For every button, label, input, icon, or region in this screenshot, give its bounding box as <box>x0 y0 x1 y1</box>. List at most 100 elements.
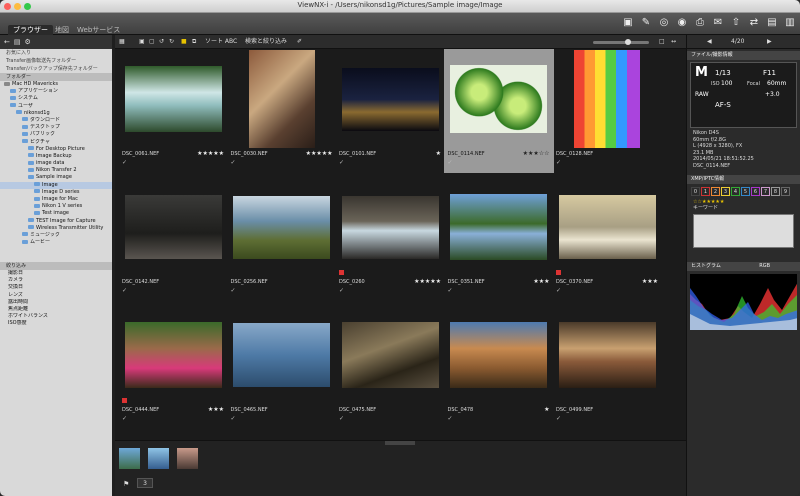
edit-icon[interactable]: ✎ <box>639 16 653 30</box>
folder-tree-item[interactable]: Image <box>0 181 112 189</box>
rotate-right-icon[interactable]: ↻ <box>169 38 174 46</box>
filter-item[interactable]: ISO感度 <box>0 320 112 327</box>
label-chip[interactable]: 1 <box>701 187 710 196</box>
tab-browser[interactable]: ブラウザー <box>8 25 53 35</box>
eraser-icon[interactable]: ✐ <box>297 38 302 46</box>
photo-thumbnail[interactable] <box>233 195 330 259</box>
zoom-slider-handle[interactable] <box>625 39 631 45</box>
folder-tree-item[interactable]: Nikon Transfer 2 <box>0 167 112 174</box>
rating-stars[interactable]: ★ <box>436 150 441 157</box>
photo-thumbnail[interactable] <box>248 50 315 148</box>
folder-tree-item[interactable]: Test image <box>0 210 112 217</box>
photo-thumbnail[interactable] <box>558 322 656 388</box>
convert-icon[interactable]: ⇄ <box>747 16 761 30</box>
thumbnail-cell[interactable]: DSC_0444.NEF ★★★ ✓ <box>118 305 228 429</box>
filter-item[interactable]: レンズ <box>0 292 112 299</box>
folder-tree-item[interactable]: Nikon 1 V series <box>0 203 112 210</box>
copy-icon[interactable]: ⧉ <box>192 38 196 46</box>
photo-thumbnail[interactable] <box>450 322 547 388</box>
folder-tree-item[interactable]: TEST Image for Capture <box>0 218 112 225</box>
photo-thumbnail[interactable] <box>574 50 640 148</box>
filmstrip-thumb[interactable] <box>177 448 198 469</box>
folder-tree-item[interactable]: ダウンロード <box>0 117 112 124</box>
photo-thumbnail[interactable] <box>450 65 547 133</box>
sort-button[interactable]: ソート ABC <box>205 38 237 46</box>
upload-icon[interactable]: ⇧ <box>729 16 743 30</box>
folder-tree-item[interactable]: Wireless Transmitter Utility <box>0 225 112 232</box>
label-chip[interactable]: 6 <box>751 187 760 196</box>
thumbnail-cell[interactable]: DSC_0256.NEF ✓ <box>227 177 337 301</box>
label-chip[interactable]: 3 <box>721 187 730 196</box>
zoom-slider[interactable] <box>593 41 649 44</box>
folder-tree-item[interactable]: アプリケーション <box>0 88 112 95</box>
thumbnail-cell[interactable]: DSC_0465.NEF ✓ <box>227 305 337 429</box>
keyword-box[interactable] <box>693 213 794 248</box>
rating-stars[interactable]: ★★★★★ <box>306 150 333 157</box>
label-chip[interactable]: 4 <box>731 187 740 196</box>
compare-icon[interactable]: ▥ <box>783 16 797 30</box>
filter-item[interactable]: 焦点距離 <box>0 306 112 313</box>
histogram-header[interactable]: ヒストグラム RGB <box>687 261 800 271</box>
prev-icon[interactable]: ◀ <box>707 38 712 45</box>
thumbnail-cell[interactable]: DSC_0475.NEF ✓ <box>335 305 445 429</box>
thumbnail-cell[interactable]: DSC_0030.NEF ★★★★★ ✓ <box>227 49 337 173</box>
layout-icon[interactable]: ▤ <box>765 16 779 30</box>
thumbnail-cell[interactable]: DSC_0142.NEF ✓ <box>118 177 228 301</box>
capture-nx-icon[interactable]: ◉ <box>675 16 689 30</box>
folder-tree-item[interactable]: ピクチャ <box>0 139 112 146</box>
settings-icon[interactable]: ⚙ <box>25 38 31 46</box>
filter-item[interactable]: ホワイトバランス <box>0 313 112 320</box>
folder-tree-item[interactable]: ユーザ <box>0 103 112 110</box>
rating-stars[interactable]: ★★★★★ <box>414 278 441 285</box>
xmp-header[interactable]: XMP/IPTC情報 <box>687 175 800 184</box>
rating-stars[interactable]: ★★★★★ <box>197 150 224 157</box>
share-icon[interactable]: ⚑ <box>123 480 129 488</box>
file-info-header[interactable]: ファイル/撮影情報 <box>687 51 800 60</box>
filter-header[interactable]: 絞り込み <box>0 262 112 270</box>
photo-thumbnail[interactable] <box>341 322 439 388</box>
mail-icon[interactable]: ✉ <box>711 16 725 30</box>
folder-tree-item[interactable]: image data <box>0 160 112 167</box>
print-icon[interactable]: ⎙ <box>693 16 707 30</box>
favorites-section[interactable]: お気に入り <box>0 49 112 57</box>
thumbnail-cell[interactable]: DSC_0114.NEF ★★★☆☆ ✓ <box>443 49 554 173</box>
trash-icon[interactable]: □ <box>659 38 665 46</box>
tab-map[interactable]: 地図 <box>50 25 74 35</box>
rating-stars[interactable]: ★★★ <box>533 278 549 285</box>
filmstrip-thumb[interactable] <box>148 448 169 469</box>
thumbnail-cell[interactable]: DSC_0351.NEF ★★★ ✓ <box>444 177 554 301</box>
folder-tree-item[interactable]: システム <box>0 95 112 102</box>
folder-tree-item[interactable]: Mac HD Mavericks <box>0 81 112 88</box>
thumbnail-cell[interactable]: DSC_0101.NEF ★ ✓ <box>335 49 445 173</box>
viewer-icon[interactable]: ▣ <box>139 38 145 46</box>
rating-stars[interactable]: ★★★ <box>642 278 658 285</box>
camera-icon[interactable]: ▣ <box>621 16 635 30</box>
photo-thumbnail[interactable] <box>450 194 547 260</box>
rating-stars[interactable]: ★★★☆☆ <box>523 150 550 157</box>
thumbnail-cell[interactable]: DSC_0260 ★★★★★ ✓ <box>335 177 445 301</box>
folder-tree-item[interactable]: Image D series <box>0 189 112 196</box>
photo-thumbnail[interactable] <box>124 195 222 259</box>
label-chip[interactable]: 0 <box>691 187 700 196</box>
grid-view-icon[interactable]: ▦ <box>119 38 125 46</box>
filter-item[interactable]: 交換日 <box>0 284 112 291</box>
splitter-handle[interactable] <box>385 441 415 445</box>
folder-tree-item[interactable]: Image for Mac <box>0 196 112 203</box>
backup-folder-link[interactable]: Transfer/バックアップ保存先フォルダー <box>0 65 112 73</box>
thumbnail-cell[interactable]: DSC_0128.NEF ✓ <box>552 49 662 173</box>
transfer-folder-link[interactable]: Transfer画像転送先フォルダー <box>0 57 112 65</box>
folder-tree-item[interactable]: パブリック <box>0 131 112 138</box>
filmstrip-thumb[interactable] <box>119 448 140 469</box>
tab-web-services[interactable]: Webサービス <box>72 25 125 35</box>
thumbnail-cell[interactable]: DSC_0478 ★ ✓ <box>444 305 554 429</box>
folder-tree-item[interactable]: For Desktop Picture <box>0 146 112 153</box>
label-chip[interactable]: 9 <box>781 187 790 196</box>
photo-thumbnail[interactable] <box>341 195 439 259</box>
rating-stars[interactable]: ★ <box>544 406 549 413</box>
label-chip[interactable]: 8 <box>771 187 780 196</box>
rating-stars[interactable]: ★★★ <box>208 406 224 413</box>
folders-header[interactable]: フォルダー <box>0 73 112 81</box>
photo-thumbnail[interactable] <box>341 67 439 131</box>
filter-item[interactable]: カメラ <box>0 277 112 284</box>
back-icon[interactable]: ← <box>4 38 10 46</box>
